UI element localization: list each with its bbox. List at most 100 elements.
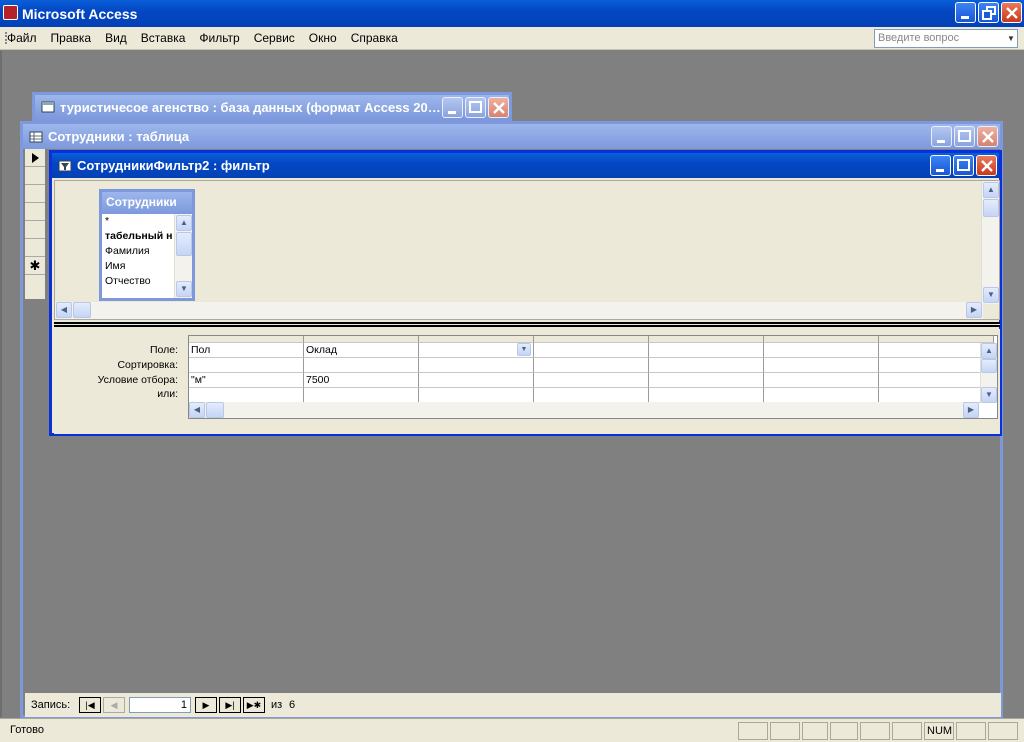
record-number-input[interactable]: 1: [129, 697, 191, 713]
grid-cell-field[interactable]: Оклад: [304, 343, 419, 358]
grid-cell-criteria[interactable]: "м": [189, 373, 304, 388]
field-item[interactable]: Имя: [102, 259, 172, 274]
scroll-down-icon[interactable]: ▼: [981, 387, 997, 403]
field-item[interactable]: *: [102, 214, 172, 229]
grid-cell-sort[interactable]: [304, 358, 419, 373]
record-selector[interactable]: [25, 203, 45, 221]
grid-cell-or[interactable]: [879, 388, 994, 403]
table-pane-vscroll[interactable]: ▲ ▼: [981, 181, 999, 304]
field-list-employees[interactable]: Сотрудники * табельный н Фамилия Имя Отч…: [99, 189, 195, 301]
scroll-right-icon[interactable]: ▶: [966, 302, 982, 318]
table-pane: Сотрудники * табельный н Фамилия Имя Отч…: [54, 180, 1000, 320]
grid-cell-or[interactable]: [534, 388, 649, 403]
grid-cell-field[interactable]: Пол: [189, 343, 304, 358]
scroll-thumb[interactable]: [176, 232, 192, 256]
grid-cell-field[interactable]: ▼: [419, 343, 534, 358]
field-item[interactable]: табельный н: [102, 229, 172, 244]
restore-button[interactable]: [978, 2, 999, 23]
filter-minimize-button[interactable]: [930, 155, 951, 176]
record-selector[interactable]: [25, 167, 45, 185]
scroll-up-icon[interactable]: ▲: [983, 182, 999, 198]
scroll-left-icon[interactable]: ◀: [56, 302, 72, 318]
grid-cell-criteria[interactable]: [534, 373, 649, 388]
chevron-down-icon[interactable]: ▼: [517, 343, 531, 356]
db-close-button[interactable]: [488, 97, 509, 118]
grid-cell-sort[interactable]: [649, 358, 764, 373]
grid-cell-field[interactable]: [534, 343, 649, 358]
grid-cell-or[interactable]: [649, 388, 764, 403]
grid-cell-or[interactable]: [764, 388, 879, 403]
grid-cell-criteria[interactable]: 7500: [304, 373, 419, 388]
grid-cell-or[interactable]: [189, 388, 304, 403]
grid-cell-sort[interactable]: [189, 358, 304, 373]
new-record-selector[interactable]: ✱: [25, 257, 45, 275]
menu-view[interactable]: Вид: [98, 31, 134, 45]
filter-close-button[interactable]: [976, 155, 997, 176]
column-selector[interactable]: [764, 336, 879, 343]
grid-hscroll[interactable]: ◀ ▶: [189, 402, 979, 418]
record-selector-current[interactable]: [25, 149, 45, 167]
scroll-up-icon[interactable]: ▲: [176, 215, 192, 231]
scroll-right-icon[interactable]: ▶: [963, 402, 979, 418]
filter-window-title: СотрудникиФильтр2 : фильтр: [77, 158, 270, 173]
scroll-thumb[interactable]: [983, 199, 999, 217]
table-maximize-button[interactable]: [954, 126, 975, 147]
column-selector[interactable]: [534, 336, 649, 343]
db-minimize-button[interactable]: [442, 97, 463, 118]
grid-cell-sort[interactable]: [879, 358, 994, 373]
scroll-thumb[interactable]: [981, 359, 997, 373]
new-record-button[interactable]: ▶✱: [243, 697, 265, 713]
scroll-down-icon[interactable]: ▼: [983, 287, 999, 303]
db-maximize-button[interactable]: [465, 97, 486, 118]
column-selector[interactable]: [304, 336, 419, 343]
grid-cell-sort[interactable]: [419, 358, 534, 373]
previous-record-button[interactable]: ◀: [103, 697, 125, 713]
record-selector[interactable]: [25, 221, 45, 239]
last-record-button[interactable]: ▶|: [219, 697, 241, 713]
scroll-up-icon[interactable]: ▲: [981, 343, 997, 359]
table-pane-hscroll[interactable]: ◀ ▶: [55, 302, 983, 319]
minimize-button[interactable]: [955, 2, 976, 23]
scroll-thumb[interactable]: [73, 302, 91, 318]
menu-insert[interactable]: Вставка: [134, 31, 193, 45]
pane-splitter[interactable]: [54, 322, 1000, 327]
table-close-button[interactable]: [977, 126, 998, 147]
grid-cell-sort[interactable]: [534, 358, 649, 373]
column-selector[interactable]: [649, 336, 764, 343]
grid-cell-field[interactable]: [764, 343, 879, 358]
field-list-scrollbar[interactable]: ▲ ▼: [174, 214, 192, 298]
next-record-button[interactable]: ▶: [195, 697, 217, 713]
grid-cell-sort[interactable]: [764, 358, 879, 373]
ask-question-input[interactable]: Введите вопрос ▼: [874, 29, 1018, 48]
scroll-thumb[interactable]: [206, 402, 224, 418]
filter-maximize-button[interactable]: [953, 155, 974, 176]
grid-cell-criteria[interactable]: [764, 373, 879, 388]
status-panel: [988, 722, 1018, 740]
close-button[interactable]: [1001, 2, 1022, 23]
column-selector[interactable]: [189, 336, 304, 343]
grid-cell-or[interactable]: [419, 388, 534, 403]
menu-window[interactable]: Окно: [302, 31, 344, 45]
grid-cell-criteria[interactable]: [649, 373, 764, 388]
chevron-down-icon[interactable]: ▼: [1005, 30, 1017, 47]
menu-tools[interactable]: Сервис: [247, 31, 302, 45]
scroll-left-icon[interactable]: ◀: [189, 402, 205, 418]
menu-filter[interactable]: Фильтр: [192, 31, 246, 45]
first-record-button[interactable]: |◀: [79, 697, 101, 713]
field-item[interactable]: Отчество: [102, 274, 172, 289]
scroll-down-icon[interactable]: ▼: [176, 281, 192, 297]
grid-cell-criteria[interactable]: [419, 373, 534, 388]
grid-cell-criteria[interactable]: [879, 373, 994, 388]
table-minimize-button[interactable]: [931, 126, 952, 147]
menu-help[interactable]: Справка: [344, 31, 405, 45]
record-selector[interactable]: [25, 185, 45, 203]
menu-edit[interactable]: Правка: [44, 31, 99, 45]
grid-cell-field[interactable]: [879, 343, 994, 358]
column-selector[interactable]: [879, 336, 994, 343]
record-selector[interactable]: [25, 239, 45, 257]
field-item[interactable]: Фамилия: [102, 244, 172, 259]
grid-cell-field[interactable]: [649, 343, 764, 358]
grid-vscroll[interactable]: ▲ ▼: [980, 343, 997, 403]
grid-cell-or[interactable]: [304, 388, 419, 403]
column-selector[interactable]: [419, 336, 534, 343]
